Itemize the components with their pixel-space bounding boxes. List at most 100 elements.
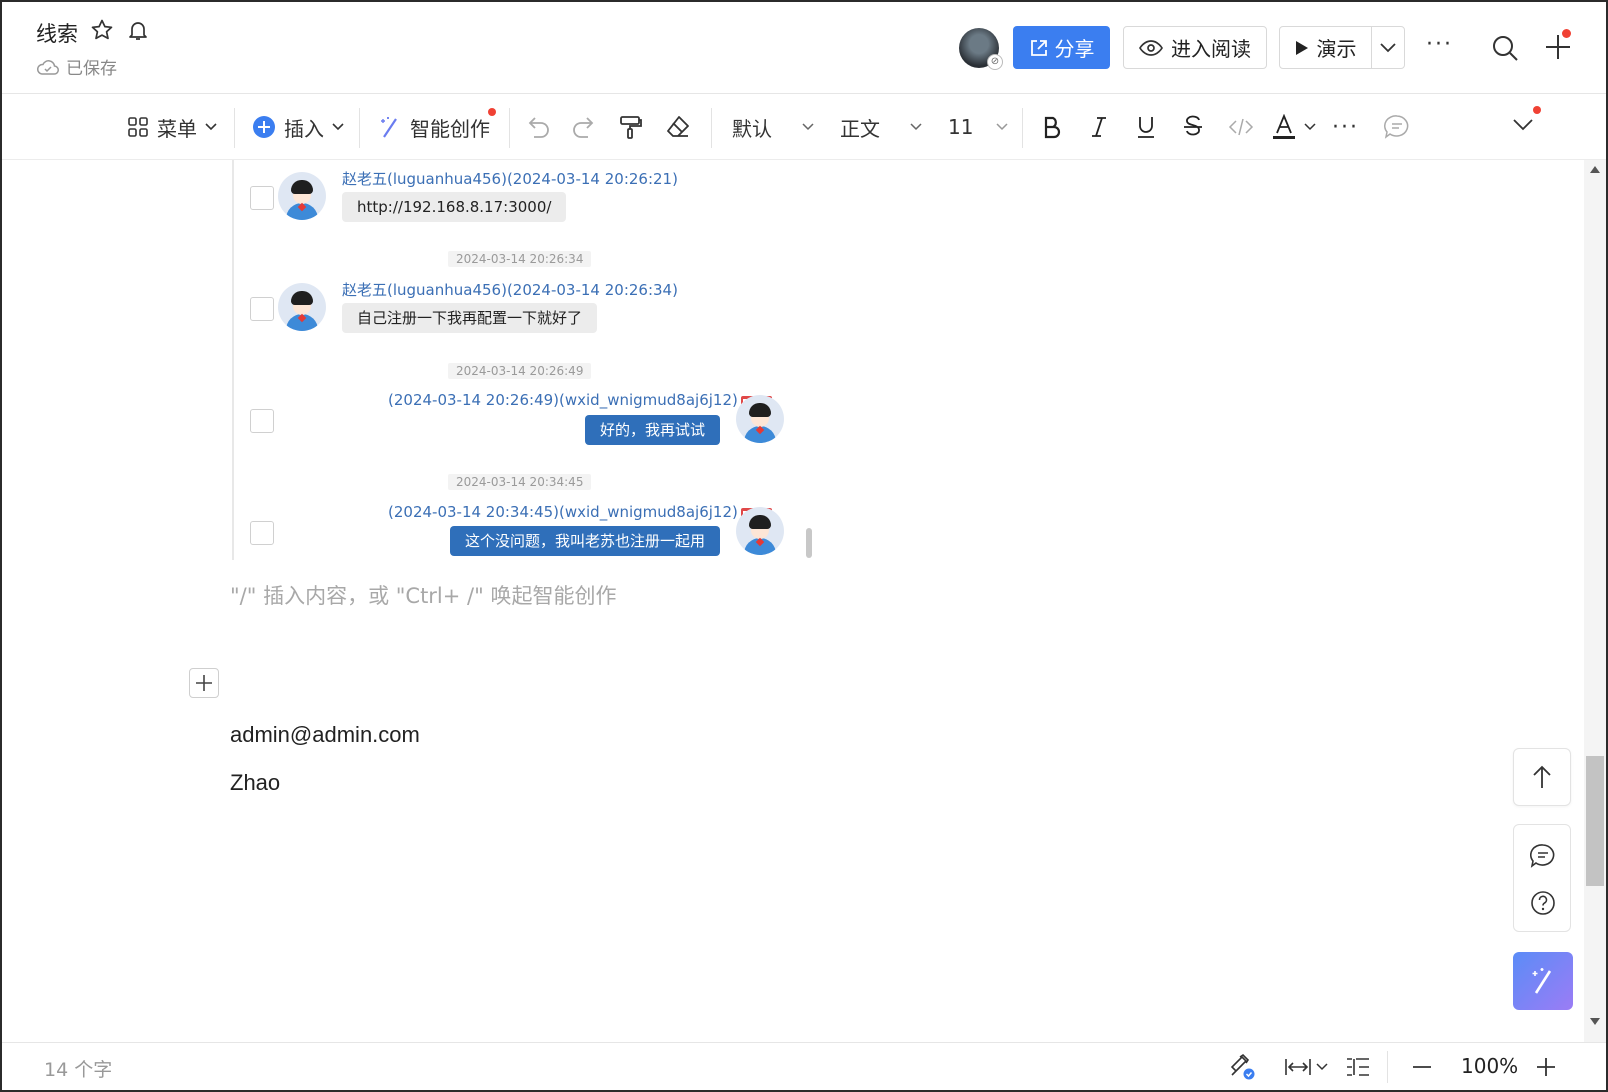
strikethrough-icon[interactable] [1182, 115, 1204, 139]
format-painter-icon[interactable] [618, 114, 644, 140]
message-timestamp: 2024-03-14 20:26:34 [448, 251, 592, 267]
eraser-icon[interactable] [665, 114, 691, 140]
message-sender-meta: (2024-03-14 20:26:49)(wxid_wnigmud8aj6j1… [388, 391, 772, 409]
scrollbar-thumb[interactable] [1586, 756, 1604, 886]
message-checkbox[interactable] [250, 521, 274, 545]
present-button[interactable]: 演示 [1279, 26, 1405, 69]
star-icon[interactable] [90, 18, 114, 42]
read-mode-button[interactable]: 进入阅读 [1123, 26, 1267, 69]
chevron-down-icon [1380, 42, 1396, 52]
bell-icon[interactable] [126, 18, 150, 42]
present-dropdown[interactable] [1372, 42, 1404, 53]
insert-label: 插入 [284, 116, 324, 141]
paragraph[interactable]: Zhao [230, 770, 280, 796]
zoom-in-icon[interactable] [1536, 1057, 1556, 1077]
paragraph-style-select[interactable]: 正文 [840, 94, 922, 160]
underline-icon[interactable] [1135, 115, 1157, 139]
italic-icon[interactable] [1088, 115, 1110, 139]
scroll-to-top-button[interactable] [1513, 748, 1571, 806]
font-size-select[interactable]: 11 [948, 94, 1008, 160]
message-bubble[interactable]: 自己注册一下我再配置一下就好了 [342, 303, 598, 333]
external-link-icon [1030, 39, 1047, 56]
chevron-down-icon [332, 123, 344, 131]
font-size-value: 11 [948, 115, 974, 139]
paragraph[interactable]: admin@admin.com [230, 722, 420, 748]
status-bar: 14 个字 100% [2, 1042, 1606, 1090]
share-button[interactable]: 分享 [1013, 26, 1110, 69]
avatar [278, 283, 326, 331]
avatar [736, 395, 784, 443]
message-timestamp: 2024-03-14 20:34:45 [448, 474, 592, 490]
bold-icon[interactable] [1041, 115, 1063, 139]
undo-icon[interactable] [525, 115, 551, 139]
help-icon[interactable] [1530, 890, 1556, 916]
plus-icon [196, 675, 212, 691]
chevron-down-icon [996, 123, 1008, 131]
chat-scrollbar[interactable] [806, 528, 812, 558]
present-label: 演示 [1316, 37, 1357, 61]
code-icon[interactable] [1228, 116, 1254, 138]
message-checkbox[interactable] [250, 409, 274, 433]
menu-button[interactable]: 菜单 [127, 94, 217, 160]
search-icon[interactable] [1491, 34, 1519, 62]
ai-new-dot [488, 108, 496, 116]
save-status: 已保存 [36, 54, 117, 79]
fit-width-icon [1285, 1059, 1311, 1075]
scroll-up-arrow-icon[interactable] [1590, 166, 1600, 173]
more-options-icon[interactable]: ··· [1426, 32, 1453, 57]
message-sender-meta: (2024-03-14 20:34:45)(wxid_wnigmud8aj6j1… [388, 503, 772, 521]
app-window: 线索 已保存 ⊘ 分享 进入阅读 演示 ··· 菜单 插入 智能创作 默认 正文… [0, 0, 1608, 1092]
present-main[interactable]: 演示 [1280, 27, 1372, 68]
grid-icon [128, 117, 148, 137]
text-style-select[interactable]: 默认 [732, 94, 814, 160]
toolbar-notification-dot [1533, 106, 1541, 114]
message-bubble[interactable]: 好的，我再试试 [584, 415, 720, 445]
more-format-icon[interactable]: ··· [1332, 94, 1359, 160]
collapse-toolbar-icon[interactable] [1512, 118, 1534, 132]
message-bubble[interactable]: http://192.168.8.17:3000/ [342, 192, 567, 222]
message-bubble[interactable]: 这个没问题，我叫老苏也注册一起用 [449, 526, 720, 556]
message-checkbox[interactable] [250, 186, 274, 210]
magic-wand-icon [1532, 968, 1552, 994]
font-color-icon [1273, 114, 1295, 139]
ai-create-button[interactable]: 智能创作 [378, 94, 490, 160]
toolbar-divider [234, 108, 235, 148]
notification-dot [1562, 29, 1571, 38]
message-checkbox[interactable] [250, 297, 274, 321]
zoom-level[interactable]: 100% [1461, 1054, 1518, 1078]
toolbar-divider [1022, 108, 1023, 148]
comment-icon[interactable] [1530, 843, 1556, 869]
redo-icon[interactable] [571, 115, 597, 139]
arrow-up-icon [1533, 765, 1551, 788]
scroll-down-arrow-icon[interactable] [1590, 1018, 1600, 1025]
font-color-button[interactable] [1272, 94, 1316, 160]
read-mode-label: 进入阅读 [1171, 37, 1251, 61]
magic-wand-icon [381, 117, 397, 138]
ai-assistant-button[interactable] [1513, 952, 1573, 1010]
plus-circle-icon [253, 116, 275, 138]
outline-icon[interactable] [1345, 1056, 1371, 1078]
chevron-down-icon [1304, 123, 1316, 131]
insert-button[interactable]: 插入 [252, 94, 344, 160]
sync-check-icon[interactable] [1228, 1053, 1256, 1081]
editor-placeholder[interactable]: "/" 插入内容，或 "Ctrl+ /" 唤起智能创作 [230, 580, 616, 610]
vertical-scrollbar[interactable] [1584, 160, 1606, 1042]
message-sender-meta: 赵老五(luguanhua456)(2024-03-14 20:26:34) [342, 281, 678, 299]
user-avatar[interactable]: ⊘ [959, 28, 1003, 70]
page-width-button[interactable] [1284, 1055, 1328, 1079]
add-block-button[interactable] [189, 668, 219, 698]
chat-record-block[interactable]: 赵老五(luguanhua456)(2024-03-14 20:26:21) h… [232, 160, 830, 560]
toolbar-divider [711, 108, 712, 148]
avatar [278, 172, 326, 220]
help-group [1513, 824, 1571, 932]
cloud-check-icon [36, 59, 59, 75]
document-content: 赵老五(luguanhua456)(2024-03-14 20:26:21) h… [2, 160, 1584, 1042]
message-timestamp: 2024-03-14 20:26:49 [448, 363, 592, 379]
zoom-out-icon[interactable] [1412, 1065, 1432, 1069]
word-count: 14 个字 [44, 1059, 113, 1081]
header: 线索 已保存 ⊘ 分享 进入阅读 演示 ··· [2, 2, 1606, 94]
doc-title[interactable]: 线索 [36, 18, 78, 48]
toolbar-divider [359, 108, 360, 148]
comment-icon[interactable] [1384, 114, 1410, 140]
avatar [736, 507, 784, 555]
